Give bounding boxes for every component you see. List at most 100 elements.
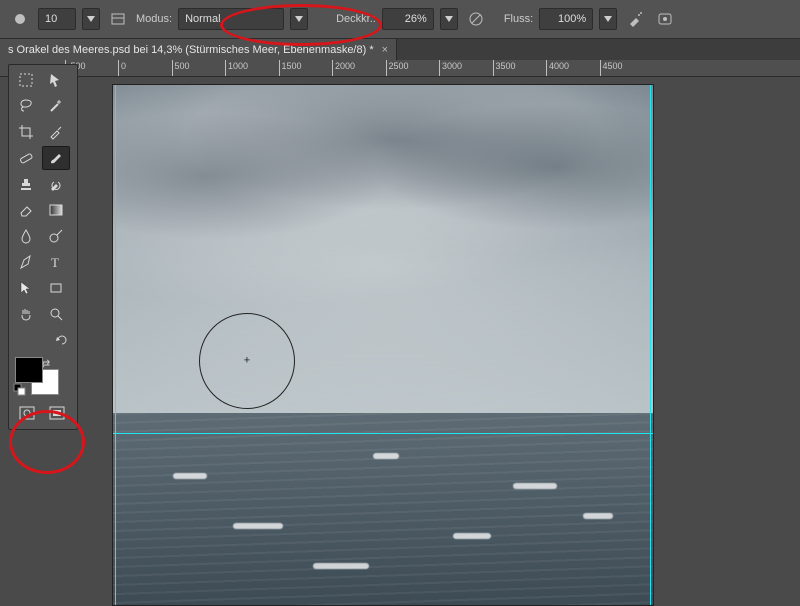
ruler-tick: 4500 — [600, 60, 623, 76]
quick-mask-icon — [19, 406, 35, 420]
stamp-tool[interactable] — [12, 172, 40, 196]
default-colors-icon — [13, 383, 27, 397]
lasso-icon — [18, 98, 34, 114]
mode-select[interactable]: Normal — [178, 8, 284, 30]
document-tab-title: s Orakel des Meeres.psd bei 14,3% (Stürm… — [8, 44, 374, 56]
pressure-opacity-button[interactable] — [464, 7, 488, 31]
foreground-color[interactable] — [15, 357, 43, 383]
dodge-tool[interactable] — [42, 224, 70, 248]
move-tool[interactable] — [42, 68, 70, 92]
brush-preview-button[interactable] — [8, 7, 32, 31]
opacity-label: Deckkr.: — [336, 13, 376, 25]
eraser-tool[interactable] — [12, 198, 40, 222]
shape-tool[interactable] — [42, 276, 70, 300]
opacity-dropdown[interactable] — [440, 8, 458, 30]
ruler-horizontal[interactable]: -500050010001500200025003000350040004500 — [0, 60, 800, 77]
document-image[interactable] — [112, 84, 654, 606]
drop-icon — [18, 228, 34, 244]
wave — [233, 523, 283, 529]
brush-size-field[interactable]: 10 — [38, 8, 76, 30]
chevron-down-icon — [87, 16, 95, 22]
path-select-tool[interactable] — [12, 276, 40, 300]
wave — [583, 513, 613, 519]
workspace: -500050010001500200025003000350040004500… — [0, 60, 800, 600]
blur-tool[interactable] — [12, 224, 40, 248]
flow-field[interactable]: 100% — [539, 8, 593, 30]
arrow-cursor-icon — [18, 280, 34, 296]
mode-label: Modus: — [136, 13, 172, 25]
quick-select-tool[interactable] — [42, 94, 70, 118]
ruler-tick: 1500 — [279, 60, 302, 76]
ruler-tick: 0 — [118, 60, 126, 76]
gradient-icon — [48, 202, 64, 218]
guide-horizontal[interactable] — [113, 433, 653, 434]
flow-label: Fluss: — [504, 13, 533, 25]
color-swatch: ⇄ — [13, 357, 69, 397]
guide-vertical-left[interactable] — [115, 85, 116, 605]
airbrush-icon — [627, 11, 643, 27]
wave — [513, 483, 557, 489]
wave — [313, 563, 369, 569]
hand-tool[interactable] — [12, 302, 40, 326]
options-bar: 10 Modus: Normal Deckkr.: 26% Fluss: 100… — [0, 0, 800, 39]
ruler-tick: 3000 — [439, 60, 462, 76]
ruler-tick: 2000 — [332, 60, 355, 76]
ruler-tick: 4000 — [546, 60, 569, 76]
stamp-icon — [18, 176, 34, 192]
canvas-area[interactable] — [94, 76, 800, 600]
pressure-size-button[interactable] — [653, 7, 677, 31]
hand-icon — [18, 306, 34, 322]
default-colors-button[interactable] — [13, 383, 27, 397]
eraser-icon — [18, 202, 34, 218]
rotate-view-tool[interactable] — [12, 328, 74, 352]
tablet-pressure-icon — [468, 11, 484, 27]
history-brush-tool[interactable] — [42, 172, 70, 196]
close-tab-button[interactable]: × — [382, 44, 388, 56]
brush-icon — [48, 150, 64, 166]
mode-dropdown[interactable] — [290, 8, 308, 30]
sea-region — [113, 413, 653, 605]
toolbox: T ⇄ — [8, 64, 78, 430]
screen-mode-icon — [49, 406, 65, 420]
crop-tool[interactable] — [12, 120, 40, 144]
chevron-down-icon — [445, 16, 453, 22]
wave — [373, 453, 399, 459]
chevron-down-icon — [295, 16, 303, 22]
ruler-tick: 1000 — [225, 60, 248, 76]
healing-tool[interactable] — [12, 146, 40, 170]
zoom-tool[interactable] — [42, 302, 70, 326]
brush-dot-icon — [11, 10, 29, 28]
bandage-icon — [18, 150, 34, 166]
marquee-tool[interactable] — [12, 68, 40, 92]
ruler-tick: 2500 — [386, 60, 409, 76]
eyedropper-icon — [48, 124, 64, 140]
type-tool[interactable]: T — [42, 250, 70, 274]
crop-icon — [18, 124, 34, 140]
opacity-field[interactable]: 26% — [382, 8, 434, 30]
chevron-down-icon — [604, 16, 612, 22]
eyedropper-tool[interactable] — [42, 120, 70, 144]
dodge-icon — [48, 228, 64, 244]
history-brush-icon — [48, 176, 64, 192]
flow-dropdown[interactable] — [599, 8, 617, 30]
document-tab-strip: s Orakel des Meeres.psd bei 14,3% (Stürm… — [0, 39, 800, 62]
pen-icon — [18, 254, 34, 270]
brush-panel-icon — [110, 11, 126, 27]
lasso-tool[interactable] — [12, 94, 40, 118]
screen-mode-button[interactable] — [43, 401, 71, 425]
airbrush-button[interactable] — [623, 7, 647, 31]
quick-mask-button[interactable] — [13, 401, 41, 425]
document-tab[interactable]: s Orakel des Meeres.psd bei 14,3% (Stürm… — [0, 39, 397, 61]
pen-tool[interactable] — [12, 250, 40, 274]
tablet-size-icon — [657, 11, 673, 27]
type-icon: T — [48, 254, 64, 270]
brush-cursor — [199, 313, 295, 409]
brush-panel-button[interactable] — [106, 7, 130, 31]
guide-vertical-right[interactable] — [650, 85, 651, 605]
gradient-tool[interactable] — [42, 198, 70, 222]
brush-preset-dropdown[interactable] — [82, 8, 100, 30]
ruler-tick: 500 — [172, 60, 190, 76]
wave — [453, 533, 491, 539]
brush-tool[interactable] — [42, 146, 70, 170]
rotate-icon — [54, 332, 70, 348]
